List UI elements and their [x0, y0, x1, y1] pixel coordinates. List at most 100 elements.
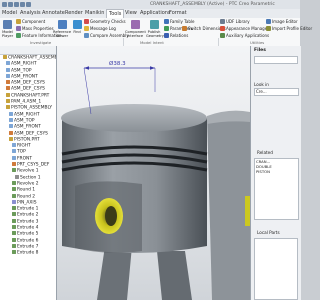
new-icon[interactable] — [2, 2, 7, 7]
tab-view[interactable]: View — [123, 9, 139, 18]
relations-button[interactable]: Relations — [164, 33, 188, 38]
dimension-label[interactable]: Ø38.3 — [109, 60, 126, 67]
tree-item-label: ASM_TOP — [11, 68, 32, 74]
tab-analysis[interactable]: Analysis — [18, 9, 43, 18]
tree-item-label: PRT_CSYS_DEF — [17, 162, 50, 168]
tree-item-label: ASM_TOP — [14, 118, 35, 124]
tree-item-label: Extrude 2 — [17, 212, 39, 218]
tree-item-label: PISTON_ASSEMBLY — [11, 105, 53, 111]
tree-item-label: Section 1 — [20, 175, 41, 181]
file-browser-panel: Files Look in Cre... Related CRAN... DOU… — [250, 46, 301, 300]
mass-properties-button[interactable]: Mass Properties — [16, 26, 54, 31]
local-parts-label: Local Parts — [257, 230, 280, 235]
tree-item-icon — [12, 155, 16, 160]
undo-icon[interactable] — [20, 2, 25, 7]
tree-item-icon — [12, 231, 16, 236]
save-icon[interactable] — [14, 2, 19, 7]
open-icon[interactable] — [8, 2, 13, 7]
tree-item-label: Extrude 4 — [17, 225, 39, 231]
feature-information-icon — [16, 33, 21, 38]
local-parts-list[interactable] — [254, 238, 298, 300]
image-editor-button[interactable]: Image Editor — [266, 19, 298, 24]
tab-manikin[interactable]: Manikin — [83, 9, 106, 18]
tree-item-icon — [12, 225, 16, 230]
piston-body[interactable] — [61, 104, 208, 253]
family-table-icon — [164, 19, 169, 24]
tree-item-label: ASM_FRONT — [11, 74, 38, 80]
tree-item-icon — [6, 92, 10, 97]
tree-item-label: Extrude 6 — [17, 238, 39, 244]
tree-item[interactable]: Extrude 8 — [0, 250, 56, 256]
component-interface-button[interactable]: Component Interface — [125, 20, 146, 38]
tree-item-icon — [12, 187, 16, 192]
appearance-manager-icon — [220, 26, 225, 31]
appearance-manager-button[interactable]: Appearance Manager — [220, 26, 269, 31]
message-log-button[interactable]: Message Log — [84, 26, 116, 31]
path-field[interactable] — [254, 56, 298, 64]
related-list[interactable]: CRAN... DOUBLE PISTON — [254, 158, 299, 220]
tree-item-icon — [9, 117, 13, 122]
message-log-icon — [84, 26, 89, 31]
tree-item-label: ASM_RIGHT — [14, 112, 40, 118]
redo-icon[interactable] — [26, 2, 31, 7]
tree-item-icon — [12, 218, 16, 223]
tree-item-icon — [12, 168, 16, 173]
component-button[interactable]: Component — [16, 19, 45, 24]
model-player-icon — [3, 20, 12, 29]
udf-library-button[interactable]: UDF Library — [220, 19, 250, 24]
piston-3d-model[interactable]: Ø38.3 — [57, 46, 250, 300]
tree-item-label: ASM_FRONT — [14, 124, 41, 130]
tree-item-label: Extrude 5 — [17, 231, 39, 237]
tree-item-icon — [12, 143, 16, 148]
reference-viewer-button[interactable]: Reference Viewer — [53, 20, 71, 38]
geometry-checks-button[interactable]: Geometry Checks — [84, 19, 126, 24]
tree-item-label: Revolve 1 — [17, 168, 39, 174]
relations-icon — [164, 33, 169, 38]
tab-format[interactable]: Format — [167, 9, 189, 18]
component-icon — [16, 19, 21, 24]
model-tree-list: CRANKSHAFT_ASSEMBLY.ASMASM_RIGHTASM_TOPA… — [0, 55, 56, 257]
import-profile-editor-button[interactable]: Import Profile Editor — [266, 26, 312, 31]
window-title: CRANKSHAFT_ASSEMBLY (Active) - PTC Creo … — [150, 2, 275, 7]
model-tree-header — [0, 46, 56, 55]
model-player-button[interactable]: Model Player — [1, 20, 14, 38]
tree-item-label: Extrude 3 — [17, 219, 39, 225]
tree-item-icon — [9, 130, 13, 135]
list-item[interactable]: PISTON — [256, 169, 298, 174]
tree-item-icon — [12, 250, 16, 255]
tree-item-label: FRONT — [17, 156, 32, 162]
tree-item-icon — [12, 243, 16, 248]
background-piston[interactable] — [207, 110, 250, 300]
connecting-rod[interactable] — [97, 246, 192, 300]
udf-library-icon — [220, 19, 225, 24]
tree-item-icon — [12, 149, 16, 154]
ribbon-tabs: Model Analysis Annotate Render Manikin T… — [0, 9, 300, 18]
tree-item-icon — [12, 237, 16, 242]
tree-item-icon — [12, 199, 16, 204]
tree-item-icon — [9, 136, 13, 141]
tree-item-icon — [12, 206, 16, 211]
compare-assembly-button[interactable]: Compare Assembly — [84, 33, 129, 38]
tree-item-icon — [12, 193, 16, 198]
tree-item-label: PAM_4.ASM_1 — [11, 99, 42, 105]
tab-tools[interactable]: Tools — [106, 9, 125, 18]
tree-item-icon — [6, 86, 10, 91]
parameters-icon — [164, 26, 169, 31]
tree-item-icon — [6, 99, 10, 104]
geometry-checks-icon — [84, 19, 89, 24]
piston-crown[interactable] — [61, 104, 207, 132]
family-table-button[interactable]: Family Table — [164, 19, 195, 24]
tree-item-icon — [6, 80, 10, 85]
tree-item-icon — [6, 67, 10, 72]
quick-access-toolbar[interactable] — [2, 1, 42, 8]
related-label: Related — [257, 150, 273, 155]
tree-item-icon — [6, 105, 10, 110]
publish-geometry-button[interactable]: Publish Geometry — [146, 20, 164, 38]
tab-render[interactable]: Render — [63, 9, 85, 18]
tree-item-icon — [12, 212, 16, 217]
auxiliary-applications-button[interactable]: Auxiliary Applications — [220, 33, 269, 38]
look-in-field[interactable]: Cre... — [254, 88, 299, 96]
graphics-viewport[interactable]: Ø38.3 — [57, 46, 250, 300]
tab-model[interactable]: Model — [0, 9, 19, 18]
find-button[interactable]: Find — [72, 20, 82, 34]
